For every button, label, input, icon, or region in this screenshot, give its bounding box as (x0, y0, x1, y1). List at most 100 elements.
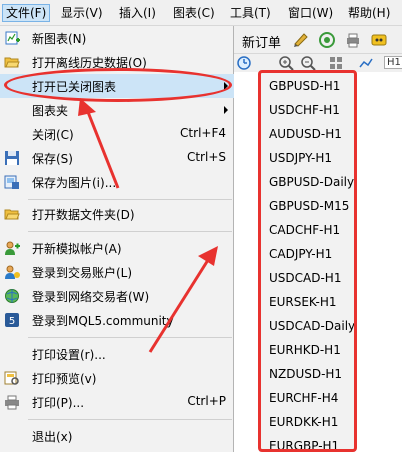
file-menu-dropdown: 新图表(N) 打开离线历史数据(O) 打开已关闭图表 图表夹 关闭(C) Ctr… (0, 26, 234, 452)
menu-separator (28, 419, 232, 420)
closed-chart-label: USDJPY-H1 (269, 151, 333, 165)
menu-separator (28, 199, 232, 200)
menu-item-login-web-trader[interactable]: 登录到网络交易者(W) (0, 284, 234, 308)
closed-chart-label: EURSEK-H1 (269, 295, 337, 309)
clock-icon[interactable] (236, 55, 252, 71)
closed-charts-submenu: GBPUSD-H1 USDCHF-H1 AUDUSD-H1 USDJPY-H1 … (259, 72, 355, 452)
menu-item-open-closed-chart[interactable]: 打开已关闭图表 (0, 74, 234, 98)
menu-help[interactable]: 帮助(H) (345, 4, 393, 22)
closed-chart-item[interactable]: USDCAD-Daily (259, 314, 355, 338)
menu-item-open-data-folder[interactable]: 打开数据文件夹(D) (0, 202, 234, 226)
main-toolbar: 新订单 (234, 26, 402, 54)
menu-item-shortcut: Ctrl+S (186, 150, 226, 164)
closed-chart-label: CADJPY-H1 (269, 247, 333, 261)
floppy-disk-icon (5, 151, 19, 165)
save-picture-icon (4, 175, 19, 189)
menu-file[interactable]: 文件(F) (2, 4, 51, 22)
closed-chart-item[interactable]: EURDKK-H1 (259, 410, 355, 434)
closed-chart-item[interactable]: EURSEK-H1 (259, 290, 355, 314)
menu-tools[interactable]: 工具(T) (227, 4, 274, 22)
closed-chart-item[interactable]: GBPUSD-M15 (259, 194, 355, 218)
menu-item-open-offline[interactable]: 打开离线历史数据(O) (0, 50, 234, 74)
closed-chart-item[interactable]: GBPUSD-Daily (259, 170, 355, 194)
menu-separator (28, 337, 232, 338)
closed-chart-item[interactable]: NZDUSD-H1 (259, 362, 355, 386)
signal-icon[interactable] (318, 31, 336, 49)
chart-toolbar: H1 (234, 54, 402, 72)
closed-chart-item[interactable]: CADJPY-H1 (259, 242, 355, 266)
expert-icon[interactable] (370, 31, 388, 49)
open-folder-icon (4, 57, 20, 68)
menu-item-label: 打印预览(v) (32, 372, 97, 386)
printer-icon (5, 395, 19, 410)
menu-item-profiles[interactable]: 图表夹 (0, 98, 234, 122)
svg-text:5: 5 (9, 316, 15, 327)
menu-charts[interactable]: 图表(C) (170, 4, 218, 22)
menu-item-label: 打开离线历史数据(O) (32, 56, 147, 70)
new-chart-icon (5, 31, 20, 45)
closed-chart-label: AUDUSD-H1 (269, 127, 342, 141)
zoom-in-icon[interactable] (278, 55, 294, 71)
menu-item-save[interactable]: 保存(S) Ctrl+S (0, 146, 234, 170)
closed-chart-label: CADCHF-H1 (269, 223, 341, 237)
menu-insert[interactable]: 插入(I) (116, 4, 159, 22)
menu-window[interactable]: 窗口(W) (285, 4, 336, 22)
closed-chart-item[interactable]: USDJPY-H1 (259, 146, 355, 170)
menu-item-shortcut: Ctrl+F4 (180, 126, 226, 140)
menu-item-exit[interactable]: 退出(x) (0, 424, 234, 448)
menu-item-label: 关闭(C) (32, 128, 74, 142)
new-order-button[interactable]: 新订单 (242, 32, 281, 51)
menu-item-label: 新图表(N) (32, 32, 87, 46)
menu-item-print[interactable]: 打印(P)... Ctrl+P (0, 390, 234, 414)
closed-chart-label: NZDUSD-H1 (269, 367, 343, 381)
menu-item-label: 保存为图片(i)... (32, 176, 117, 190)
menu-item-open-demo-account[interactable]: 开新模拟帐户(A) (0, 236, 234, 260)
printer-toolbar-icon[interactable] (344, 31, 362, 49)
menu-item-login-mql5[interactable]: 5 登录到MQL5.community (0, 308, 234, 332)
timeframe-tab[interactable]: H1 (384, 56, 402, 69)
menu-item-label: 退出(x) (32, 430, 73, 444)
submenu-arrow-icon (224, 106, 228, 114)
closed-chart-item[interactable]: USDCHF-H1 (259, 98, 355, 122)
menu-item-label: 打开已关闭图表 (32, 80, 117, 94)
zoom-out-icon[interactable] (300, 55, 316, 71)
menu-item-close[interactable]: 关闭(C) Ctrl+F4 (0, 122, 234, 146)
closed-chart-label: EURGBP-H1 (269, 439, 340, 452)
menu-item-new-chart[interactable]: 新图表(N) (0, 26, 234, 50)
submenu-arrow-icon (224, 82, 228, 90)
menu-item-print-preview[interactable]: 打印预览(v) (0, 366, 234, 390)
pencil-icon[interactable] (292, 31, 310, 49)
menu-view[interactable]: 显示(V) (58, 4, 106, 22)
menu-item-label: 开新模拟帐户(A) (32, 242, 122, 256)
closed-chart-label: USDCAD-H1 (269, 271, 342, 285)
closed-chart-item[interactable]: CADCHF-H1 (259, 218, 355, 242)
menu-item-label: 打印设置(r)... (32, 348, 106, 362)
folder-icon (4, 209, 20, 220)
closed-chart-label: EURDKK-H1 (269, 415, 339, 429)
closed-chart-item[interactable]: EURCHF-H4 (259, 386, 355, 410)
closed-chart-item[interactable]: EURGBP-H1 (259, 434, 355, 452)
menu-item-label: 保存(S) (32, 152, 73, 166)
closed-chart-item[interactable]: AUDUSD-H1 (259, 122, 355, 146)
closed-chart-label: EURCHF-H4 (269, 391, 339, 405)
closed-chart-label: USDCAD-Daily (269, 319, 356, 333)
menu-item-save-as-picture[interactable]: 保存为图片(i)... (0, 170, 234, 194)
menu-item-label: 打开数据文件夹(D) (32, 208, 135, 222)
closed-chart-item[interactable]: GBPUSD-H1 (259, 74, 355, 98)
menu-item-label: 登录到网络交易者(W) (32, 290, 150, 304)
menu-item-label: 图表夹 (32, 104, 69, 118)
menu-bar: 文件(F) 显示(V) 插入(I) 图表(C) 工具(T) 窗口(W) 帮助(H… (0, 0, 402, 26)
menu-item-print-setup[interactable]: 打印设置(r)... (0, 342, 234, 366)
globe-icon (5, 289, 19, 303)
menu-item-label: 打印(P)... (32, 396, 85, 410)
chart-shift-icon[interactable] (358, 55, 374, 71)
menu-separator (28, 231, 232, 232)
closed-chart-label: EURHKD-H1 (269, 343, 341, 357)
mql5-icon: 5 (5, 313, 19, 327)
menu-item-login-trade-account[interactable]: 登录到交易账户(L) (0, 260, 234, 284)
menu-item-label: 登录到交易账户(L) (32, 266, 133, 280)
closed-chart-item[interactable]: EURHKD-H1 (259, 338, 355, 362)
closed-chart-label: USDCHF-H1 (269, 103, 340, 117)
tile-windows-icon[interactable] (328, 55, 344, 71)
closed-chart-item[interactable]: USDCAD-H1 (259, 266, 355, 290)
